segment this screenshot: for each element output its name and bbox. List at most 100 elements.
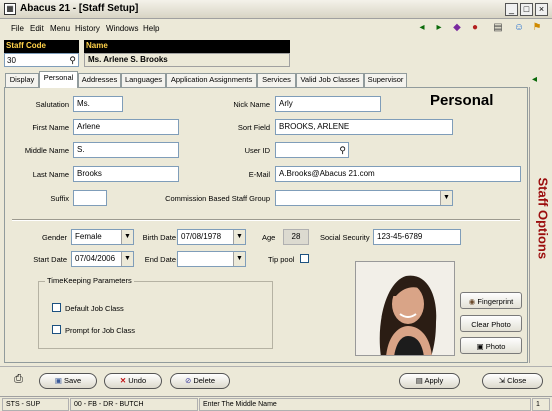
ssn-input[interactable]: 123-45-6789: [373, 229, 461, 245]
book-icon[interactable]: ◆: [450, 21, 464, 35]
person-icon[interactable]: ☺: [512, 21, 526, 35]
timekeeping-label: TimeKeeping Parameters: [45, 276, 134, 285]
gender-label: Gender: [41, 233, 67, 242]
sort-field-label: Sort Field: [237, 123, 270, 132]
arrow-right-icon[interactable]: ▸: [432, 21, 446, 35]
gender-select[interactable]: Female ▼: [71, 229, 134, 245]
delete-button[interactable]: ⊘ Delete: [170, 373, 230, 389]
chevron-down-icon[interactable]: ▼: [233, 252, 245, 266]
menu-history[interactable]: History: [75, 24, 100, 33]
email-input[interactable]: A.Brooks@Abacus 21.com: [275, 166, 521, 182]
user-id-input[interactable]: ⚲: [275, 142, 349, 158]
save-icon: ▣: [54, 376, 62, 385]
commission-select[interactable]: ▼: [275, 190, 453, 206]
photo-button[interactable]: ▣ Photo: [460, 337, 522, 354]
middle-name-input[interactable]: S.: [73, 142, 179, 158]
ssn-label: Social Security: [320, 233, 370, 242]
chevron-down-icon[interactable]: ▼: [121, 252, 133, 266]
status-message: Enter The Middle Name: [199, 398, 531, 411]
default-job-class-checkbox[interactable]: [52, 303, 61, 312]
undo-label: Undo: [128, 376, 147, 385]
email-label: E-Mail: [248, 170, 270, 179]
end-date-select[interactable]: ▼: [177, 251, 246, 267]
undo-icon: ✕: [119, 376, 127, 385]
user-id-label: User ID: [244, 146, 270, 155]
status-bar: STS - SUP 00 - FB - DR - BUTCH Enter The…: [0, 396, 552, 411]
start-date-value: 07/04/2006: [75, 254, 116, 263]
salutation-label: Salutation: [35, 100, 69, 109]
search-icon[interactable]: ⚲: [339, 143, 346, 157]
collapse-arrow-icon[interactable]: ◂: [532, 74, 537, 85]
tab-display[interactable]: Display: [5, 73, 39, 87]
first-name-input[interactable]: Arlene: [73, 119, 179, 135]
menu-menu[interactable]: Menu: [50, 24, 70, 33]
apply-label: Apply: [424, 376, 444, 385]
salutation-input[interactable]: Ms.: [73, 96, 123, 112]
arrow-left-icon[interactable]: ◂: [415, 21, 429, 35]
maximize-button[interactable]: □: [520, 3, 533, 16]
undo-button[interactable]: ✕ Undo: [104, 373, 162, 389]
menu-file[interactable]: File: [11, 24, 24, 33]
menu-edit[interactable]: Edit: [30, 24, 44, 33]
menu-windows[interactable]: Windows: [106, 24, 138, 33]
staff-code-input[interactable]: 30 ⚲: [4, 53, 79, 67]
run-icon[interactable]: ⚑: [530, 21, 544, 35]
tab-supervisor[interactable]: Supervisor: [364, 73, 407, 87]
staff-name-display: Ms. Arlene S. Brooks: [84, 53, 290, 67]
tab-application-assignments[interactable]: Application Assignments: [166, 73, 257, 87]
tab-addresses[interactable]: Addresses: [78, 73, 121, 87]
suffix-input[interactable]: [73, 190, 107, 206]
nickname-input[interactable]: Arly: [275, 96, 381, 112]
fingerprint-icon: ◉: [468, 297, 476, 306]
gender-value: Female: [75, 232, 102, 241]
middle-name-label: Middle Name: [24, 146, 69, 155]
last-name-input[interactable]: Brooks: [73, 166, 179, 182]
search-icon[interactable]: ⚲: [69, 54, 76, 67]
minimize-button[interactable]: _: [505, 3, 518, 16]
prompt-job-class-checkbox[interactable]: [52, 325, 61, 334]
menu-help[interactable]: Help: [143, 24, 159, 33]
chevron-down-icon[interactable]: ▼: [121, 230, 133, 244]
birth-date-select[interactable]: 07/08/1978 ▼: [177, 229, 246, 245]
default-job-class-label: Default Job Class: [65, 304, 124, 313]
status-sts: STS - SUP: [2, 398, 69, 411]
tab-languages[interactable]: Languages: [121, 73, 166, 87]
staff-photo: [355, 261, 455, 356]
app-icon: ▦: [4, 3, 16, 15]
delete-icon: ⊘: [184, 376, 192, 385]
timekeeping-group: [38, 281, 273, 349]
tab-personal[interactable]: Personal: [39, 71, 78, 88]
apply-icon: ▤: [415, 376, 423, 385]
tab-services[interactable]: Services: [257, 73, 296, 87]
staff-options-sidebar[interactable]: Staff Options: [529, 87, 551, 363]
save-button[interactable]: ▣ Save: [39, 373, 97, 389]
photo-label: Photo: [485, 342, 506, 351]
sort-field-input[interactable]: BROOKS, ARLENE: [275, 119, 453, 135]
nickname-label: Nick Name: [233, 100, 270, 109]
name-header: Name: [84, 40, 290, 53]
tip-pool-checkbox[interactable]: [300, 254, 309, 263]
stop-icon[interactable]: ●: [468, 21, 482, 35]
tab-valid-job-classes[interactable]: Valid Job Classes: [296, 73, 364, 87]
close-window-button[interactable]: ×: [535, 3, 548, 16]
status-page: 1: [532, 398, 550, 411]
close-button[interactable]: ⇲ Close: [482, 373, 543, 389]
suffix-label: Suffix: [50, 194, 69, 203]
close-label: Close: [507, 376, 527, 385]
fingerprint-button[interactable]: ◉ Fingerprint: [460, 292, 522, 309]
clear-photo-button[interactable]: Clear Photo: [460, 315, 522, 332]
print-icon[interactable]: ⎙: [11, 372, 26, 387]
staff-code-header: Staff Code: [4, 40, 79, 53]
commission-label: Commission Based Staff Group: [165, 194, 270, 203]
chevron-down-icon[interactable]: ▼: [440, 191, 452, 205]
start-date-select[interactable]: 07/04/2006 ▼: [71, 251, 134, 267]
age-label: Age: [262, 233, 276, 242]
save-label: Save: [64, 376, 82, 385]
section-title: Personal: [430, 92, 494, 109]
chevron-down-icon[interactable]: ▼: [233, 230, 245, 244]
apply-button[interactable]: ▤ Apply: [399, 373, 460, 389]
delete-label: Delete: [193, 376, 216, 385]
start-date-label: Start Date: [33, 255, 67, 264]
calculator-icon[interactable]: ▤: [491, 21, 505, 35]
camera-icon: ▣: [476, 342, 484, 351]
